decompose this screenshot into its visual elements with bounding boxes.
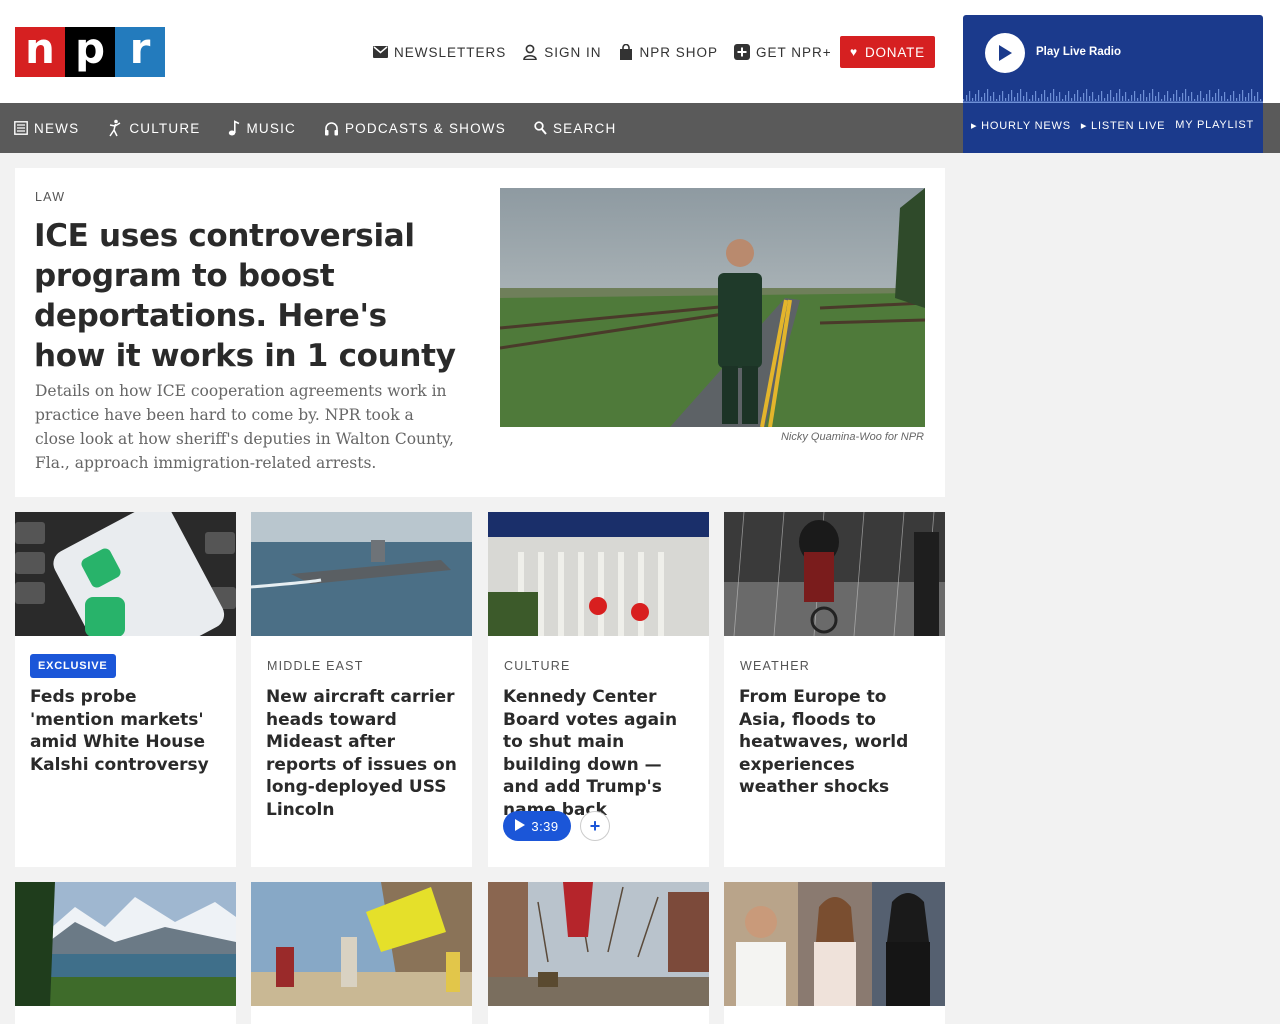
hero-headline[interactable]: ICE uses controversial program to boost … xyxy=(34,216,464,376)
nav-music-label: MUSIC xyxy=(246,120,296,136)
music-note-icon xyxy=(228,120,240,136)
add-to-playlist-button[interactable]: + xyxy=(580,811,610,841)
nav-podcasts-shows[interactable]: PODCASTS & SHOWS xyxy=(324,121,506,136)
story-headline[interactable]: From Europe to Asia, floods to heatwaves… xyxy=(739,686,934,799)
story-card-image[interactable] xyxy=(251,882,472,1006)
story-card-image[interactable] xyxy=(15,882,236,1006)
story-card-image[interactable] xyxy=(488,882,709,1006)
npr-shop-link[interactable]: NPR SHOP xyxy=(618,44,719,60)
hourly-news-link[interactable]: ▸ HOURLY NEWS xyxy=(971,119,1071,132)
sign-in-label: SIGN IN xyxy=(544,44,602,60)
donate-label: DONATE xyxy=(864,44,925,60)
story-headline[interactable]: Feds probe 'mention markets' amid White … xyxy=(30,686,225,776)
hero-image-credit: Nicky Quamina-Woo for NPR xyxy=(780,431,924,443)
live-radio-player: Play Live Radio ▸ HOURLY NEWS ▸ LISTEN L… xyxy=(963,15,1263,153)
hero-slug[interactable]: LAW xyxy=(35,190,65,204)
audio-duration: 3:39 xyxy=(531,818,559,834)
story-slug[interactable]: CULTURE xyxy=(504,659,571,673)
nav-search-label: SEARCH xyxy=(552,120,617,136)
story-card-image[interactable] xyxy=(15,512,236,636)
newsletters-label: NEWSLETTERS xyxy=(394,44,507,60)
heart-icon: ♥ xyxy=(850,45,858,59)
story-card: MIDDLE EAST New aircraft carrier heads t… xyxy=(251,512,472,867)
story-headline[interactable]: Kennedy Center Board votes again to shut… xyxy=(503,686,698,821)
get-npr-plus-link[interactable]: GET NPR+ xyxy=(734,44,832,60)
newspaper-icon xyxy=(14,121,28,135)
story-card: WEATHER From Europe to Asia, floods to h… xyxy=(724,512,945,867)
story-card-image[interactable] xyxy=(724,512,945,636)
player-scroll-edge xyxy=(1263,103,1279,153)
story-card-image[interactable] xyxy=(724,882,945,1006)
shopping-bag-icon xyxy=(618,44,634,60)
waveform-graphic xyxy=(963,89,1263,103)
play-audio-button[interactable]: 3:39 xyxy=(503,811,571,841)
plus-icon: + xyxy=(589,815,601,836)
story-slug[interactable]: MIDDLE EAST xyxy=(267,659,364,673)
nav-culture[interactable]: CULTURE xyxy=(107,119,200,137)
story-headline[interactable]: New aircraft carrier heads toward Mideas… xyxy=(266,686,461,821)
play-icon xyxy=(515,818,526,834)
my-playlist-link[interactable]: MY PLAYLIST xyxy=(1175,119,1254,132)
logo-letter-p: p xyxy=(65,27,115,77)
nav-podcasts-label: PODCASTS & SHOWS xyxy=(344,120,506,136)
npr-shop-label: NPR SHOP xyxy=(639,44,719,60)
story-card-image[interactable] xyxy=(488,512,709,636)
play-live-radio-button[interactable] xyxy=(985,33,1025,73)
nav-news[interactable]: NEWS xyxy=(14,121,79,136)
logo-letter-r: r xyxy=(115,27,165,77)
npr-logo[interactable]: n p r xyxy=(15,27,165,77)
headphones-icon xyxy=(324,121,339,136)
envelope-icon xyxy=(372,44,388,60)
story-card: CULTURE Kennedy Center Board votes again… xyxy=(488,512,709,867)
nav-culture-label: CULTURE xyxy=(129,120,201,136)
donate-button[interactable]: ♥ DONATE xyxy=(840,36,935,68)
play-icon xyxy=(999,45,1012,61)
story-slug[interactable]: WEATHER xyxy=(740,659,810,673)
plus-box-icon xyxy=(734,44,751,60)
nav-news-label: NEWS xyxy=(34,120,80,136)
hero-story: LAW ICE uses controversial program to bo… xyxy=(15,168,945,497)
hero-image[interactable] xyxy=(500,188,925,427)
logo-letter-n: n xyxy=(15,27,65,77)
exclusive-badge: EXCLUSIVE xyxy=(30,654,116,678)
story-card xyxy=(488,882,709,1024)
newsletters-link[interactable]: NEWSLETTERS xyxy=(372,44,506,60)
search-icon xyxy=(534,121,547,135)
story-card xyxy=(251,882,472,1024)
nav-search[interactable]: SEARCH xyxy=(534,121,616,136)
hero-teaser: Details on how ICE cooperation agreement… xyxy=(35,382,454,472)
dancer-icon xyxy=(107,119,123,137)
listen-live-link[interactable]: ▸ LISTEN LIVE xyxy=(1081,119,1165,132)
player-links: ▸ HOURLY NEWS ▸ LISTEN LIVE MY PLAYLIST xyxy=(971,119,1264,132)
story-card: EXCLUSIVE Feds probe 'mention markets' a… xyxy=(15,512,236,867)
get-npr-plus-label: GET NPR+ xyxy=(756,44,832,60)
story-card-image[interactable] xyxy=(251,512,472,636)
sign-in-link[interactable]: SIGN IN xyxy=(522,44,601,60)
play-live-radio-label[interactable]: Play Live Radio xyxy=(1036,46,1121,58)
user-icon xyxy=(522,44,538,60)
story-card xyxy=(15,882,236,1024)
nav-music[interactable]: MUSIC xyxy=(228,120,296,136)
story-card xyxy=(724,882,945,1024)
utility-nav: NEWSLETTERS SIGN IN NPR SHOP GET NPR+ xyxy=(372,42,848,62)
